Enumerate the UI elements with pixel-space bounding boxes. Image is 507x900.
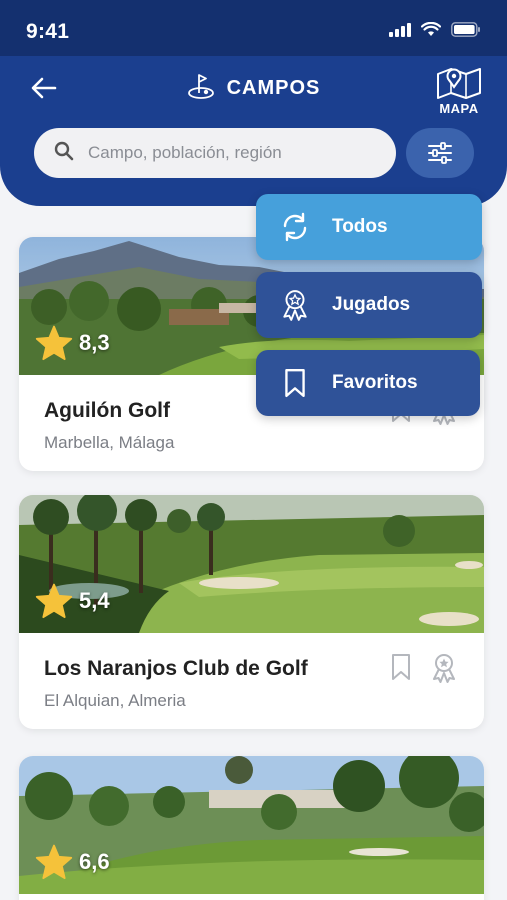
sliders-icon: [428, 142, 452, 164]
bookmark-button[interactable]: [390, 653, 412, 683]
filter-option-label: Favoritos: [332, 372, 418, 393]
status-icons: [389, 21, 481, 42]
search-input[interactable]: [88, 143, 368, 163]
signal-icon: [389, 22, 411, 42]
search-icon: [54, 141, 74, 166]
filter-option-jugados[interactable]: Jugados: [256, 272, 482, 338]
header: CAMPOS MAPA: [0, 56, 507, 206]
course-location: El Alquian, Almeria: [44, 691, 186, 710]
status-bar: 9:41: [0, 0, 507, 56]
star-icon: [35, 583, 73, 619]
course-image: 6,6: [19, 756, 484, 894]
course-name: Aguilón Golf: [44, 399, 170, 422]
map-label: MAPA: [439, 101, 479, 116]
wifi-icon: [420, 21, 442, 42]
status-time: 9:41: [26, 20, 70, 43]
refresh-icon: [278, 212, 312, 242]
star-icon: [35, 325, 73, 361]
bookmark-icon: [278, 368, 312, 398]
award-icon: [433, 654, 455, 683]
golf-flag-icon: [187, 72, 217, 105]
rating-badge: 8,3: [35, 325, 110, 361]
page-title: CAMPOS: [226, 77, 321, 99]
rating-value: 8,3: [79, 330, 110, 355]
page-title-wrap: CAMPOS: [0, 72, 507, 105]
award-icon: [278, 289, 312, 321]
star-icon: [35, 844, 73, 880]
rating-badge: 5,4: [35, 583, 110, 619]
search-bar[interactable]: [34, 128, 396, 178]
filter-button[interactable]: [406, 128, 474, 178]
course-location: Marbella, Málaga: [44, 433, 175, 452]
course-card[interactable]: 5,4 Los Naranjos Club de Golf El Alquian…: [19, 495, 484, 729]
filter-option-todos[interactable]: Todos: [256, 194, 482, 260]
filter-option-label: Todos: [332, 216, 388, 237]
map-icon: [437, 68, 481, 99]
course-card[interactable]: 6,6: [19, 756, 484, 900]
filter-option-label: Jugados: [332, 294, 411, 315]
filter-option-favoritos[interactable]: Favoritos: [256, 350, 480, 416]
bookmark-icon: [392, 654, 410, 680]
rating-badge: 6,6: [35, 844, 110, 880]
map-button[interactable]: MAPA: [435, 66, 483, 116]
course-image: 5,4: [19, 495, 484, 633]
rating-value: 5,4: [79, 588, 110, 613]
battery-icon: [451, 22, 481, 42]
played-button[interactable]: [430, 653, 458, 683]
course-name: Los Naranjos Club de Golf: [44, 657, 308, 680]
rating-value: 6,6: [79, 849, 110, 874]
